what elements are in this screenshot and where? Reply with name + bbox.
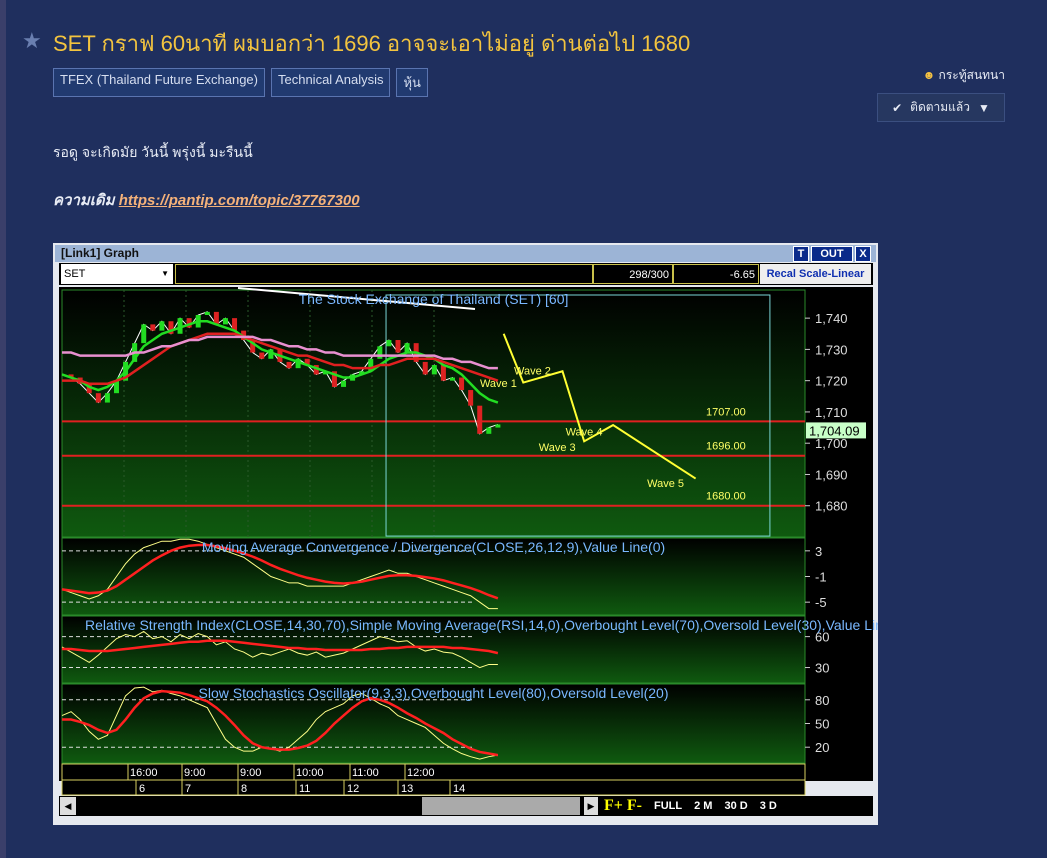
panel-title: Moving Average Convergence / Divergence(…	[202, 539, 665, 555]
tag-technical-analysis[interactable]: Technical Analysis	[270, 68, 391, 97]
check-icon: ✔	[892, 100, 903, 115]
date-axis	[61, 779, 806, 796]
candle	[95, 393, 101, 403]
candle	[386, 340, 392, 347]
time-label: 16:00	[130, 767, 158, 779]
candle	[449, 377, 455, 381]
3d-button[interactable]: 3 D	[760, 800, 777, 812]
candle	[477, 405, 483, 434]
tag-tfex[interactable]: TFEX (Thailand Future Exchange)	[53, 68, 265, 97]
y-tick-label: 1,730	[815, 342, 848, 357]
scroll-left-button[interactable]: ◀	[60, 797, 76, 815]
graph-window: [Link1] Graph T OUT X SET ▼ 298/300 -6.65…	[53, 243, 878, 825]
old-topic-link[interactable]: https://pantip.com/topic/37767300	[119, 192, 360, 209]
30d-button[interactable]: 30 D	[724, 800, 747, 812]
candle	[259, 352, 265, 359]
candle	[141, 324, 147, 344]
follow-button[interactable]: ✔ ติดตามแล้ว ▼	[877, 93, 1005, 122]
panel-title: Relative Strength Index(CLOSE,14,30,70),…	[85, 617, 878, 633]
y-tick-label: -5	[815, 595, 827, 610]
old-topic-line: ความเดิม https://pantip.com/topic/377673…	[53, 188, 360, 212]
time-label: 9:00	[184, 767, 205, 779]
scrollbar-thumb[interactable]	[422, 797, 580, 815]
candle	[104, 393, 110, 403]
zoom-out-button[interactable]: F-	[627, 797, 642, 815]
topic-title: SET กราฟ 60นาที ผมบอกว่า 1696 อาจจะเอาไม…	[53, 31, 691, 56]
candle	[286, 361, 292, 369]
date-label: 7	[185, 783, 191, 795]
candle	[422, 361, 428, 375]
y-tick-label: 20	[815, 740, 829, 755]
candle	[486, 427, 492, 434]
candle	[404, 343, 410, 353]
candle	[431, 365, 437, 375]
candle	[459, 377, 465, 391]
wave-label: Wave 4	[566, 426, 603, 438]
zoom-in-button[interactable]: F+	[604, 797, 623, 815]
candle	[468, 390, 474, 406]
date-label: 12	[347, 783, 359, 795]
star-icon[interactable]: ★	[22, 28, 42, 54]
left-edge	[0, 0, 6, 858]
y-tick-label: 1,710	[815, 405, 848, 420]
topic-body: รอดู จะเกิดมัย วันนี้ พรุ่งนี้ มะรืนนี้	[53, 144, 253, 160]
wave-label: Wave 3	[539, 442, 576, 454]
scroll-bar-row: ◀ ▶ F+ F- FULL 2 M 30 D 3 D	[59, 796, 873, 816]
candle	[377, 346, 383, 359]
chat-emoji-icon: ☻	[922, 68, 936, 82]
y-tick-label: 1,680	[815, 499, 848, 514]
topic-type-label: กระทู้สนทนา	[938, 68, 1005, 82]
candle	[150, 324, 156, 331]
period-buttons: F+ F- FULL 2 M 30 D 3 D	[604, 796, 777, 816]
y-tick-label: 1,690	[815, 467, 848, 482]
candle	[440, 365, 446, 381]
scroll-right-button[interactable]: ▶	[584, 797, 598, 815]
candle	[341, 380, 347, 387]
2m-button[interactable]: 2 M	[694, 800, 712, 812]
date-label: 11	[299, 783, 310, 795]
level-label: 1707.00	[706, 406, 746, 418]
panel-title: The Stock Exchange of Thailand (SET) [60…	[299, 291, 569, 307]
last-price: 1,704.09	[809, 423, 860, 438]
candle	[495, 424, 501, 428]
date-label: 8	[241, 783, 247, 795]
caret-down-icon: ▼	[978, 100, 990, 115]
candle	[222, 318, 228, 325]
time-label: 12:00	[407, 767, 435, 779]
time-label: 10:00	[296, 767, 324, 779]
date-label: 6	[139, 783, 145, 795]
tag-list: TFEX (Thailand Future Exchange) Technica…	[53, 68, 428, 97]
date-label: 13	[401, 783, 413, 795]
y-tick-label: 3	[815, 544, 822, 559]
wave-label: Wave 5	[647, 478, 684, 490]
y-tick-label: 1,720	[815, 374, 848, 389]
y-tick-label: 1,740	[815, 311, 848, 326]
y-tick-label: 30	[815, 661, 829, 676]
y-tick-label: 80	[815, 693, 829, 708]
wave-label: Wave 2	[514, 365, 551, 377]
time-label: 11:00	[352, 767, 379, 779]
y-tick-label: -1	[815, 570, 827, 585]
panel-title: Slow Stochastics Oscillator(9,3,3),Overb…	[199, 685, 669, 701]
old-topic-label: ความเดิม	[53, 192, 115, 209]
time-label: 9:00	[240, 767, 261, 779]
wave-label: Wave 1	[480, 378, 517, 390]
level-label: 1696.00	[706, 441, 746, 453]
topic-type: ☻ กระทู้สนทนา	[923, 66, 1005, 85]
candle	[204, 311, 210, 316]
follow-label: ติดตามแล้ว	[910, 100, 971, 114]
date-label: 14	[453, 783, 465, 795]
level-label: 1680.00	[706, 491, 746, 503]
candle	[159, 321, 165, 331]
candle	[395, 340, 401, 353]
y-tick-label: 1,700	[815, 436, 848, 451]
chart-canvas: 1,740 1,730 1,720 1,710 1,700 1,690 1,680 1707.…	[59, 287, 878, 796]
y-tick-label: 50	[815, 717, 829, 732]
tag-stock[interactable]: หุ้น	[396, 68, 428, 97]
full-button[interactable]: FULL	[654, 800, 682, 812]
